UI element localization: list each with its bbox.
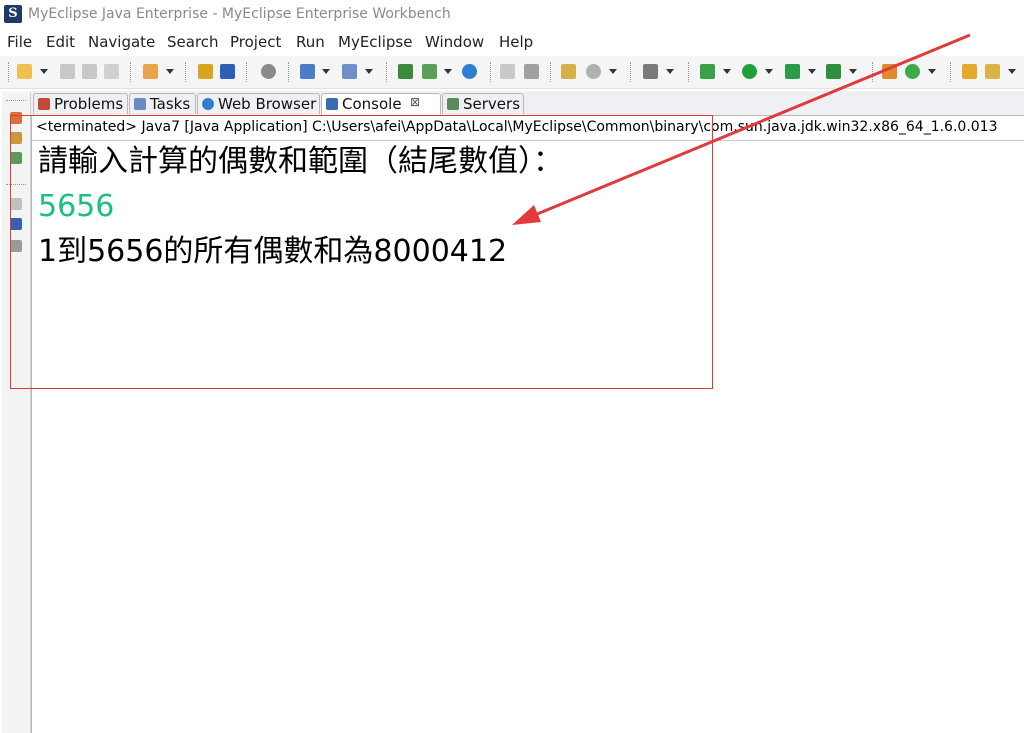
properties-icon[interactable] xyxy=(10,240,22,252)
globe-icon[interactable] xyxy=(462,64,477,79)
tasks-icon xyxy=(134,98,146,110)
tab-servers[interactable]: Servers xyxy=(442,93,524,114)
debug-dropdown-arrow-icon[interactable] xyxy=(723,69,731,74)
open-type-dropdown-arrow-icon[interactable] xyxy=(444,69,452,74)
menu-project[interactable]: Project xyxy=(230,33,281,51)
trim-grip[interactable] xyxy=(6,100,26,103)
image-preview-icon[interactable] xyxy=(10,218,22,230)
external-tools-dropdown-arrow-icon[interactable] xyxy=(849,69,857,74)
run-config-dropdown-arrow-icon[interactable] xyxy=(322,69,330,74)
toolbar-grip[interactable] xyxy=(288,62,292,82)
window-title: MyEclipse Java Enterprise - MyEclipse En… xyxy=(28,6,451,22)
toolbar-grip[interactable] xyxy=(688,62,692,82)
toolbar-grip[interactable] xyxy=(386,62,390,82)
restore-icon[interactable] xyxy=(10,198,22,210)
tab-console[interactable]: Console ⊠ xyxy=(321,93,441,116)
print-icon[interactable] xyxy=(104,64,119,79)
menu-file[interactable]: File xyxy=(7,33,32,51)
toolbar-grip[interactable] xyxy=(130,62,134,82)
toolbar-grip[interactable] xyxy=(246,62,250,82)
run-icon[interactable] xyxy=(742,64,757,79)
new-java-class-icon[interactable] xyxy=(905,64,920,79)
toolbar-grip[interactable] xyxy=(8,62,12,82)
package-explorer-icon[interactable] xyxy=(10,112,22,124)
menu-edit[interactable]: Edit xyxy=(46,33,75,51)
menu-run[interactable]: Run xyxy=(296,33,325,51)
coverage-dropdown-arrow-icon[interactable] xyxy=(808,69,816,74)
globe-icon xyxy=(202,98,214,110)
report-icon[interactable] xyxy=(561,64,576,79)
menu-myeclipse[interactable]: MyEclipse xyxy=(338,33,412,51)
console-input-line: 5656 xyxy=(38,189,115,224)
wizard-dropdown-arrow-icon[interactable] xyxy=(166,69,174,74)
menu-window[interactable]: Window xyxy=(425,33,484,51)
menu-navigate[interactable]: Navigate xyxy=(88,33,155,51)
new-wizard-icon[interactable] xyxy=(143,64,158,79)
new-java-package-icon[interactable] xyxy=(882,64,897,79)
refresh-icon[interactable] xyxy=(586,64,601,79)
open-folder-icon[interactable] xyxy=(962,64,977,79)
new-dropdown-arrow-icon[interactable] xyxy=(40,69,48,74)
layout-icon[interactable] xyxy=(398,64,413,79)
new-icon[interactable] xyxy=(17,64,32,79)
main-toolbar xyxy=(0,56,1024,89)
search-tool-dropdown-arrow-icon[interactable] xyxy=(1008,69,1016,74)
toolbar-grip[interactable] xyxy=(490,62,494,82)
console-view[interactable]: <terminated> Java7 [Java Application] C:… xyxy=(31,116,1024,733)
debug-icon[interactable] xyxy=(700,64,715,79)
view-tab-bar: Problems Tasks Web Browser Console ⊠ Ser… xyxy=(31,91,1024,116)
console-prompt-line: 請輸入計算的偶數和範圍（結尾數值）： xyxy=(38,144,563,179)
debug-config-icon[interactable] xyxy=(342,64,357,79)
tab-label: Web Browser xyxy=(218,95,317,113)
console-result-line: 1到5656的所有偶數和為8000412 xyxy=(38,234,508,269)
search-tool-icon[interactable] xyxy=(985,64,1000,79)
back-icon[interactable] xyxy=(500,64,515,79)
hierarchy-icon[interactable] xyxy=(10,132,22,144)
trim-grip[interactable] xyxy=(6,184,26,187)
servers-icon xyxy=(447,98,459,110)
forward-icon[interactable] xyxy=(524,64,539,79)
save-all-icon[interactable] xyxy=(82,64,97,79)
open-type-icon[interactable] xyxy=(422,64,437,79)
close-icon[interactable]: ⊠ xyxy=(410,95,420,109)
toolbar-grip[interactable] xyxy=(630,62,634,82)
save-icon[interactable] xyxy=(60,64,75,79)
tab-label: Console xyxy=(342,95,402,113)
outline-icon[interactable] xyxy=(10,152,22,164)
refresh-dropdown-arrow-icon[interactable] xyxy=(609,69,617,74)
toolbar-grip[interactable] xyxy=(872,62,876,82)
tab-label: Servers xyxy=(463,95,521,113)
toolbar-grip[interactable] xyxy=(185,62,189,82)
new-java-class-dropdown-arrow-icon[interactable] xyxy=(928,69,936,74)
tab-label: Problems xyxy=(54,95,124,113)
toolbar-grip[interactable] xyxy=(950,62,954,82)
myeclipse-logo-icon: S xyxy=(4,5,22,23)
toolbar-grip[interactable] xyxy=(550,62,554,82)
server-icon[interactable] xyxy=(261,64,276,79)
camera-icon[interactable] xyxy=(643,64,658,79)
menu-help[interactable]: Help xyxy=(499,33,533,51)
title-bar: S MyEclipse Java Enterprise - MyEclipse … xyxy=(0,0,1024,30)
tab-label: Tasks xyxy=(150,95,191,113)
left-trim-bar xyxy=(2,92,31,733)
console-header: <terminated> Java7 [Java Application] C:… xyxy=(36,119,998,135)
menu-search[interactable]: Search xyxy=(167,33,219,51)
tab-problems[interactable]: Problems xyxy=(33,93,128,114)
deploy-icon[interactable] xyxy=(220,64,235,79)
run-config-icon[interactable] xyxy=(300,64,315,79)
run-dropdown-arrow-icon[interactable] xyxy=(765,69,773,74)
console-icon xyxy=(326,98,338,110)
header-divider xyxy=(32,140,1024,141)
camera-dropdown-arrow-icon[interactable] xyxy=(666,69,674,74)
debug-config-dropdown-arrow-icon[interactable] xyxy=(365,69,373,74)
menu-bar: File Edit Navigate Search Project Run My… xyxy=(0,30,1024,54)
external-tools-icon[interactable] xyxy=(826,64,841,79)
tab-web-browser[interactable]: Web Browser xyxy=(197,93,320,114)
coverage-icon[interactable] xyxy=(785,64,800,79)
tab-tasks[interactable]: Tasks xyxy=(129,93,196,114)
package-icon[interactable] xyxy=(198,64,213,79)
problems-icon xyxy=(38,98,50,110)
